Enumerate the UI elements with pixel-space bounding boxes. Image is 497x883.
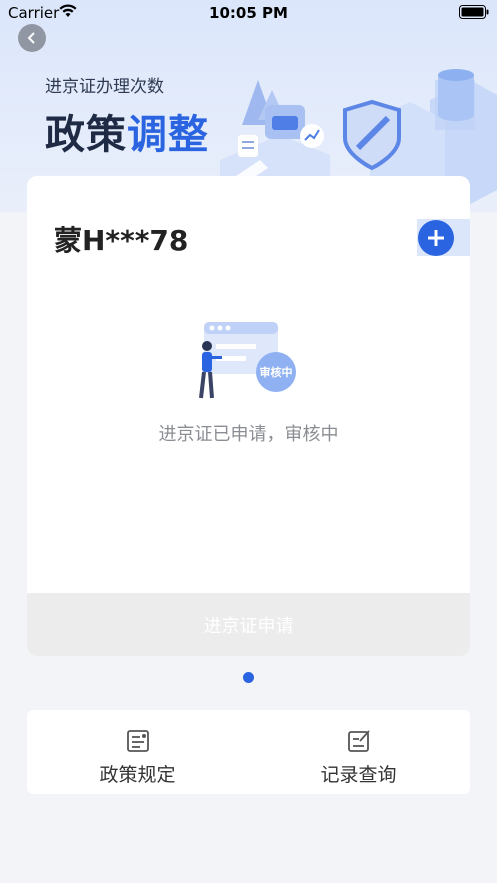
banner-headline: 政策调整 [45,102,209,160]
record-query-label: 记录查询 [320,764,397,786]
permit-card: 蒙H***78 审核中 进京证已申请，审核中 进京证申请 [27,176,470,656]
policy-rules-button[interactable]: 政策规定 [27,710,248,794]
record-query-button[interactable]: 记录查询 [248,710,469,794]
application-status: 进京证已申请，审核中 [158,424,339,445]
add-vehicle-button[interactable] [418,220,454,256]
chevron-left-icon [27,32,35,44]
plus-icon [428,230,444,246]
plate-number: 蒙H***78 [54,224,189,257]
apply-permit-button[interactable]: 进京证申请 [27,593,470,656]
review-badge: 审核中 [256,352,296,392]
review-badge-text: 审核中 [259,366,293,379]
edit-record-icon [348,730,370,752]
clock: 10:05 PM [209,4,288,22]
policy-rules-label: 政策规定 [99,764,176,786]
status-bar: Carrier 10:05 PM [0,0,497,26]
document-list-icon [127,730,149,752]
apply-permit-label: 进京证申请 [203,615,294,637]
battery-icon [459,5,489,19]
bottom-nav: 政策规定 记录查询 [27,710,470,794]
headline-accent: 调整 [127,112,209,158]
back-button[interactable] [18,24,46,52]
headline-main: 政策 [45,112,127,158]
page-indicator-dot [243,672,254,683]
banner-subtitle: 进京证办理次数 [45,77,164,97]
